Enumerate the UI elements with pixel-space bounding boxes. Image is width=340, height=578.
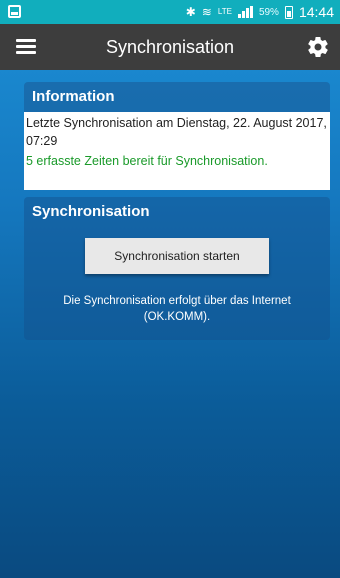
start-sync-button[interactable]: Synchronisation starten: [85, 238, 269, 274]
bluetooth-icon: ✱: [185, 5, 196, 19]
synchronisation-card: Synchronisation Synchronisation starten …: [24, 197, 330, 340]
information-body: Letzte Synchronisation am Dienstag, 22. …: [24, 112, 330, 190]
last-sync-text: Letzte Synchronisation am Dienstag, 22. …: [26, 116, 327, 148]
battery-icon: [284, 5, 293, 19]
signal-icon: [237, 6, 253, 18]
app-bar: Synchronisation: [0, 24, 340, 70]
app-screen: ✱ ≋ LTE 59% 14:44 Synchronisation Inform…: [0, 0, 340, 578]
synchronisation-header: Synchronisation: [32, 203, 150, 220]
information-header: Information: [32, 88, 115, 105]
status-icons: ✱ ≋ LTE 59% 14:44: [186, 0, 334, 24]
lte-icon: LTE: [217, 7, 232, 16]
page-title: Synchronisation: [105, 37, 235, 57]
hamburger-menu-icon[interactable]: [16, 39, 36, 55]
status-bar: ✱ ≋ LTE 59% 14:44: [0, 0, 340, 24]
battery-percent: 59%: [258, 6, 279, 18]
pending-times-text: 5 erfasste Zeiten bereit für Synchronisa…: [26, 154, 268, 168]
screenshot-icon: [8, 5, 21, 18]
mute-icon: ≋: [201, 5, 212, 19]
gear-icon[interactable]: [306, 35, 330, 59]
sync-note: Die Synchronisation erfolgt über das Int…: [63, 295, 291, 323]
status-time: 14:44: [298, 4, 334, 20]
information-card: Information Letzte Synchronisation am Di…: [24, 82, 330, 190]
